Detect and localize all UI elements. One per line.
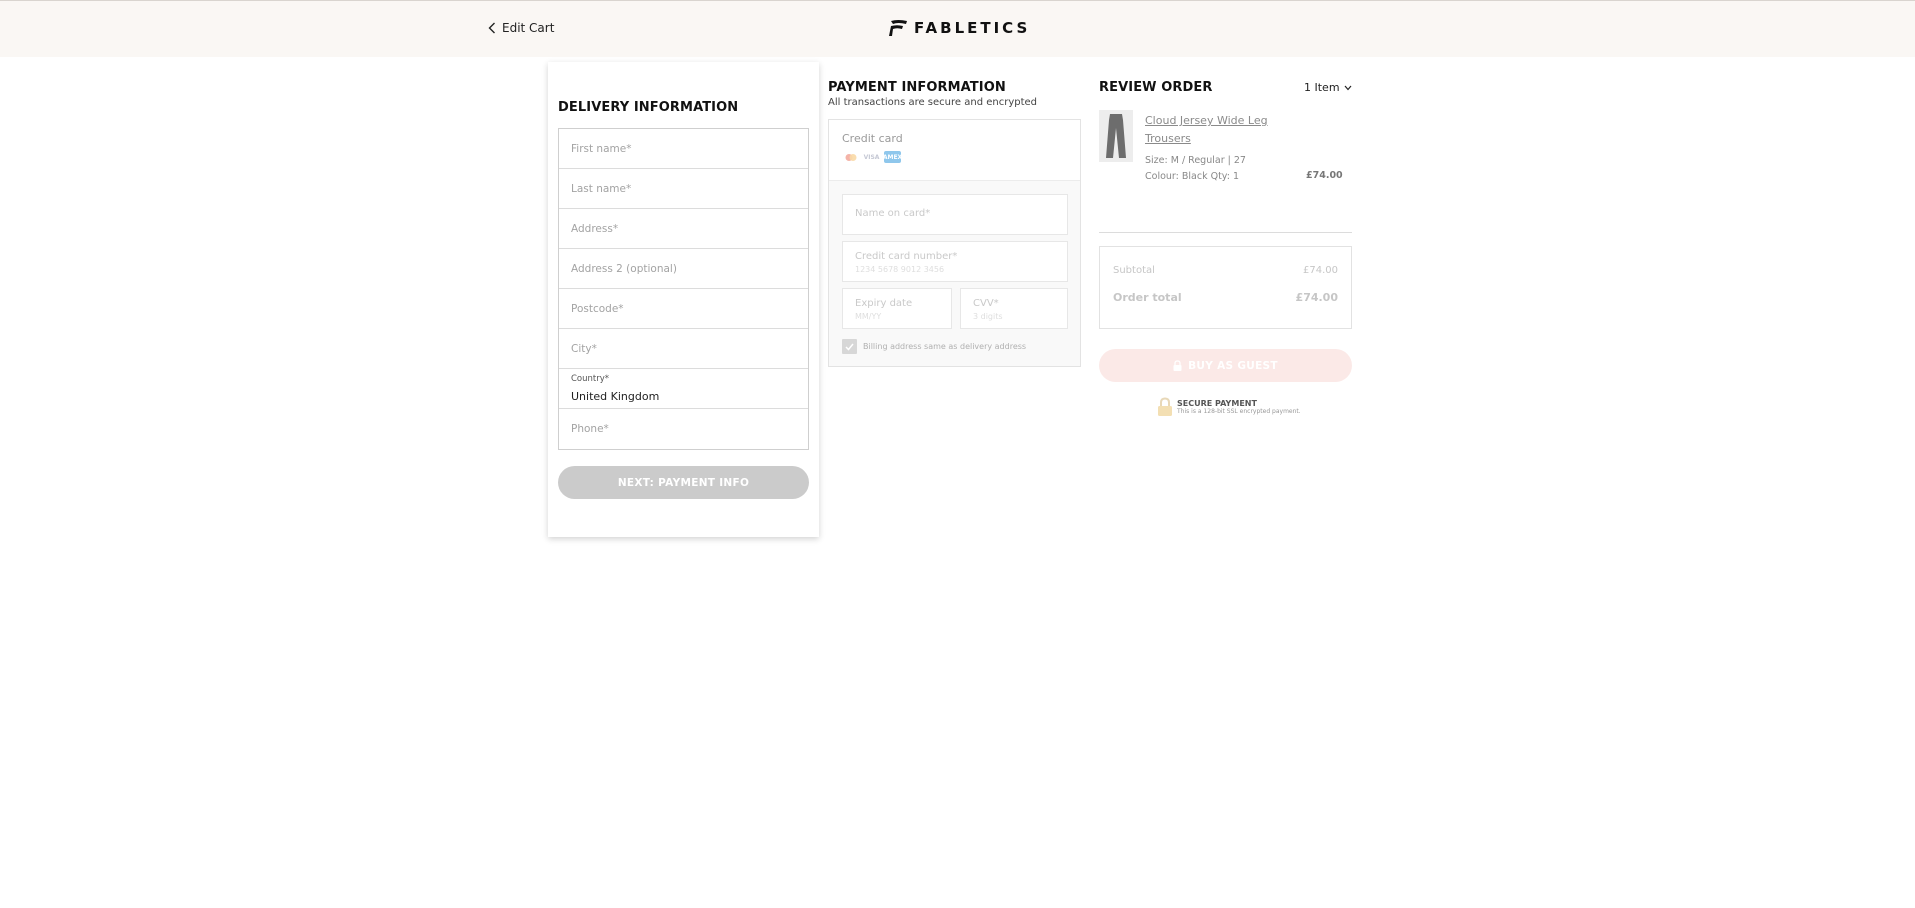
phone-field[interactable]: Phone* [559,409,808,449]
edit-cart-link[interactable]: Edit Cart [488,21,554,35]
product-colour-qty: Colour: Black Qty: 1 [1145,171,1239,182]
last-name-field[interactable]: Last name* [559,169,808,209]
postcode-field[interactable]: Postcode* [559,289,808,329]
fabletics-logo-icon [889,20,907,36]
card-number-placeholder: 1234 5678 9012 3456 [855,265,945,274]
expiry-placeholder: MM/YY [855,312,882,321]
name-on-card-placeholder: Name on card* [855,208,931,219]
order-total-label: Order total [1113,291,1182,304]
product-price: £74.00 [1306,170,1343,181]
product-name-link[interactable]: Cloud Jersey Wide Leg Trousers [1145,112,1275,148]
subtotal-label: Subtotal [1113,265,1155,276]
cvv-label: CVV* [973,298,999,309]
chevron-down-icon [1344,85,1352,90]
credit-card-label: Credit card [842,132,903,145]
billing-same-label: Billing address same as delivery address [863,342,1027,351]
delivery-card: DELIVERY INFORMATION First name* Last na… [548,62,819,537]
review-divider [1099,232,1352,233]
subtotal-row: Subtotal £74.00 [1113,265,1338,276]
product-size: Size: M / Regular | 27 [1145,155,1246,166]
amex-icon: AMEX [883,151,902,163]
card-number-label: Credit card number* [855,251,958,262]
secure-payment-badge: SECURE PAYMENT This is a 128-bit SSL enc… [1157,397,1301,417]
items-count-toggle[interactable]: 1 Item [1304,81,1352,94]
visa-icon: VISA [863,151,880,163]
payment-subtitle: All transactions are secure and encrypte… [828,97,1038,108]
buy-as-guest-label: BUY AS GUEST [1188,359,1278,372]
items-count-label: 1 Item [1304,81,1340,94]
buy-as-guest-button[interactable]: BUY AS GUEST [1099,349,1352,382]
name-on-card-field[interactable]: Name on card* [842,194,1068,235]
payment-title: PAYMENT INFORMATION [828,80,1006,95]
cvv-field[interactable]: CVV* 3 digits [960,288,1068,329]
billing-checkbox[interactable] [842,339,857,354]
brand-logo[interactable]: FABLETICS [888,19,1030,37]
secure-payment-title: SECURE PAYMENT [1177,399,1257,408]
country-select[interactable]: Country* United Kingdom [559,369,808,409]
billing-same-option[interactable]: Billing address same as delivery address [842,339,1026,354]
mastercard-icon [842,151,859,163]
product-image[interactable] [1099,110,1133,162]
top-bar: Edit Cart FABLETICS [0,0,1915,57]
order-totals: Subtotal £74.00 Order total £74.00 [1099,246,1352,329]
lock-icon [1173,360,1182,371]
address-field[interactable]: Address* [559,209,808,249]
address2-field[interactable]: Address 2 (optional) [559,249,808,289]
card-number-field[interactable]: Credit card number* 1234 5678 9012 3456 [842,241,1068,282]
edit-cart-label: Edit Cart [502,21,555,35]
cvv-placeholder: 3 digits [973,312,1003,321]
first-name-field[interactable]: First name* [559,129,808,169]
expiry-label: Expiry date [855,298,913,309]
city-field[interactable]: City* [559,329,808,369]
subtotal-value: £74.00 [1303,265,1338,276]
padlock-icon [1158,397,1172,416]
country-value: United Kingdom [571,390,660,403]
secure-payment-desc: This is a 128-bit SSL encrypted payment. [1177,408,1301,415]
payment-box: Credit card VISA AMEX Name on card* Cred… [828,119,1081,367]
delivery-form: First name* Last name* Address* Address … [558,128,809,450]
credit-card-option[interactable]: Credit card VISA AMEX [829,120,1080,181]
review-section: REVIEW ORDER 1 Item Cloud Jersey Wide Le… [1099,80,1352,416]
delivery-title: DELIVERY INFORMATION [558,100,739,115]
brand-name: FABLETICS [914,19,1031,37]
chevron-left-icon [488,22,495,34]
country-label: Country* [571,374,610,384]
payment-section: PAYMENT INFORMATION All transactions are… [828,80,1082,367]
order-total-row: Order total £74.00 [1113,291,1338,304]
checkmark-icon [845,343,854,351]
next-payment-button[interactable]: NEXT: PAYMENT INFO [558,466,809,499]
order-total-value: £74.00 [1295,291,1338,304]
card-brand-icons: VISA AMEX [842,151,1067,163]
expiry-date-field[interactable]: Expiry date MM/YY [842,288,952,329]
